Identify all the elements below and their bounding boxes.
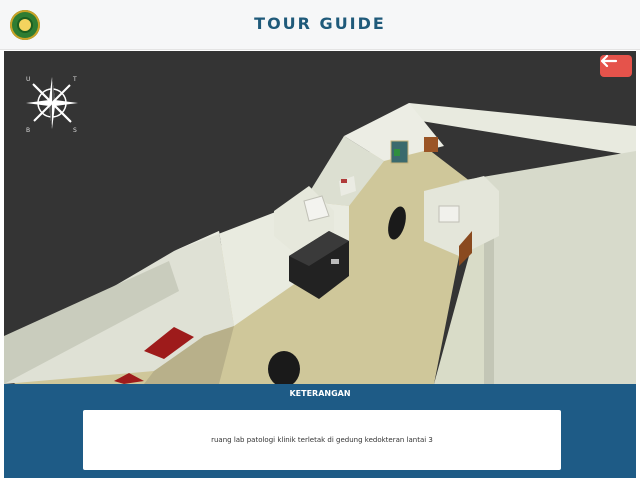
info-heading: KETERANGAN bbox=[289, 389, 351, 398]
arrow-left-icon bbox=[600, 55, 618, 67]
info-description: ruang lab patologi klinik terletak di ge… bbox=[211, 436, 433, 444]
compass-west-label: B bbox=[26, 127, 30, 134]
back-button[interactable] bbox=[600, 55, 632, 77]
room-scene bbox=[4, 103, 636, 384]
compass-south-label: S bbox=[73, 127, 77, 134]
page-title: TOUR GUIDE bbox=[254, 14, 386, 33]
3d-room-viewport[interactable]: U T S B bbox=[4, 51, 636, 384]
compass-rose-icon: U T S B bbox=[20, 71, 84, 135]
compass-north-label: U bbox=[26, 76, 30, 83]
info-panel: KETERANGAN ruang lab patologi klinik ter… bbox=[4, 384, 636, 478]
info-description-box: ruang lab patologi klinik terletak di ge… bbox=[83, 410, 561, 470]
compass-east-label: T bbox=[72, 76, 77, 83]
app-header: TOUR GUIDE bbox=[0, 0, 640, 50]
